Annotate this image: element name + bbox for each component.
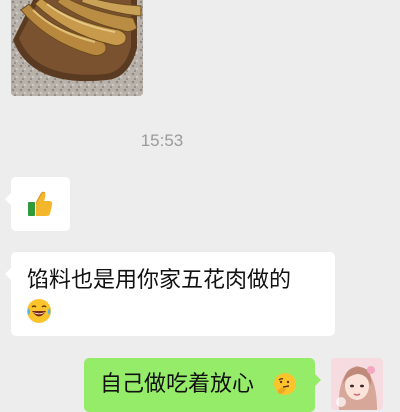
incoming-text-bubble[interactable]: 馅料也是用你家五花肉做的 xyxy=(5,252,335,336)
avatar-image xyxy=(331,358,383,410)
message-text: 馅料也是用你家五花肉做的 xyxy=(27,268,292,293)
incoming-emoji-bubble[interactable] xyxy=(5,177,70,231)
laughing-tears-emoji xyxy=(27,299,51,323)
thumbs-up-icon xyxy=(28,191,53,216)
sausage-photo-message[interactable] xyxy=(11,0,143,96)
message-timestamp: 15:53 xyxy=(140,131,184,150)
sausage-photo xyxy=(11,0,143,96)
thinking-face-emoji xyxy=(274,373,296,395)
outgoing-text-bubble[interactable]: 自己做吃着放心 xyxy=(84,358,321,412)
message-text: 自己做吃着放心 xyxy=(100,372,255,397)
avatar[interactable] xyxy=(331,358,383,410)
